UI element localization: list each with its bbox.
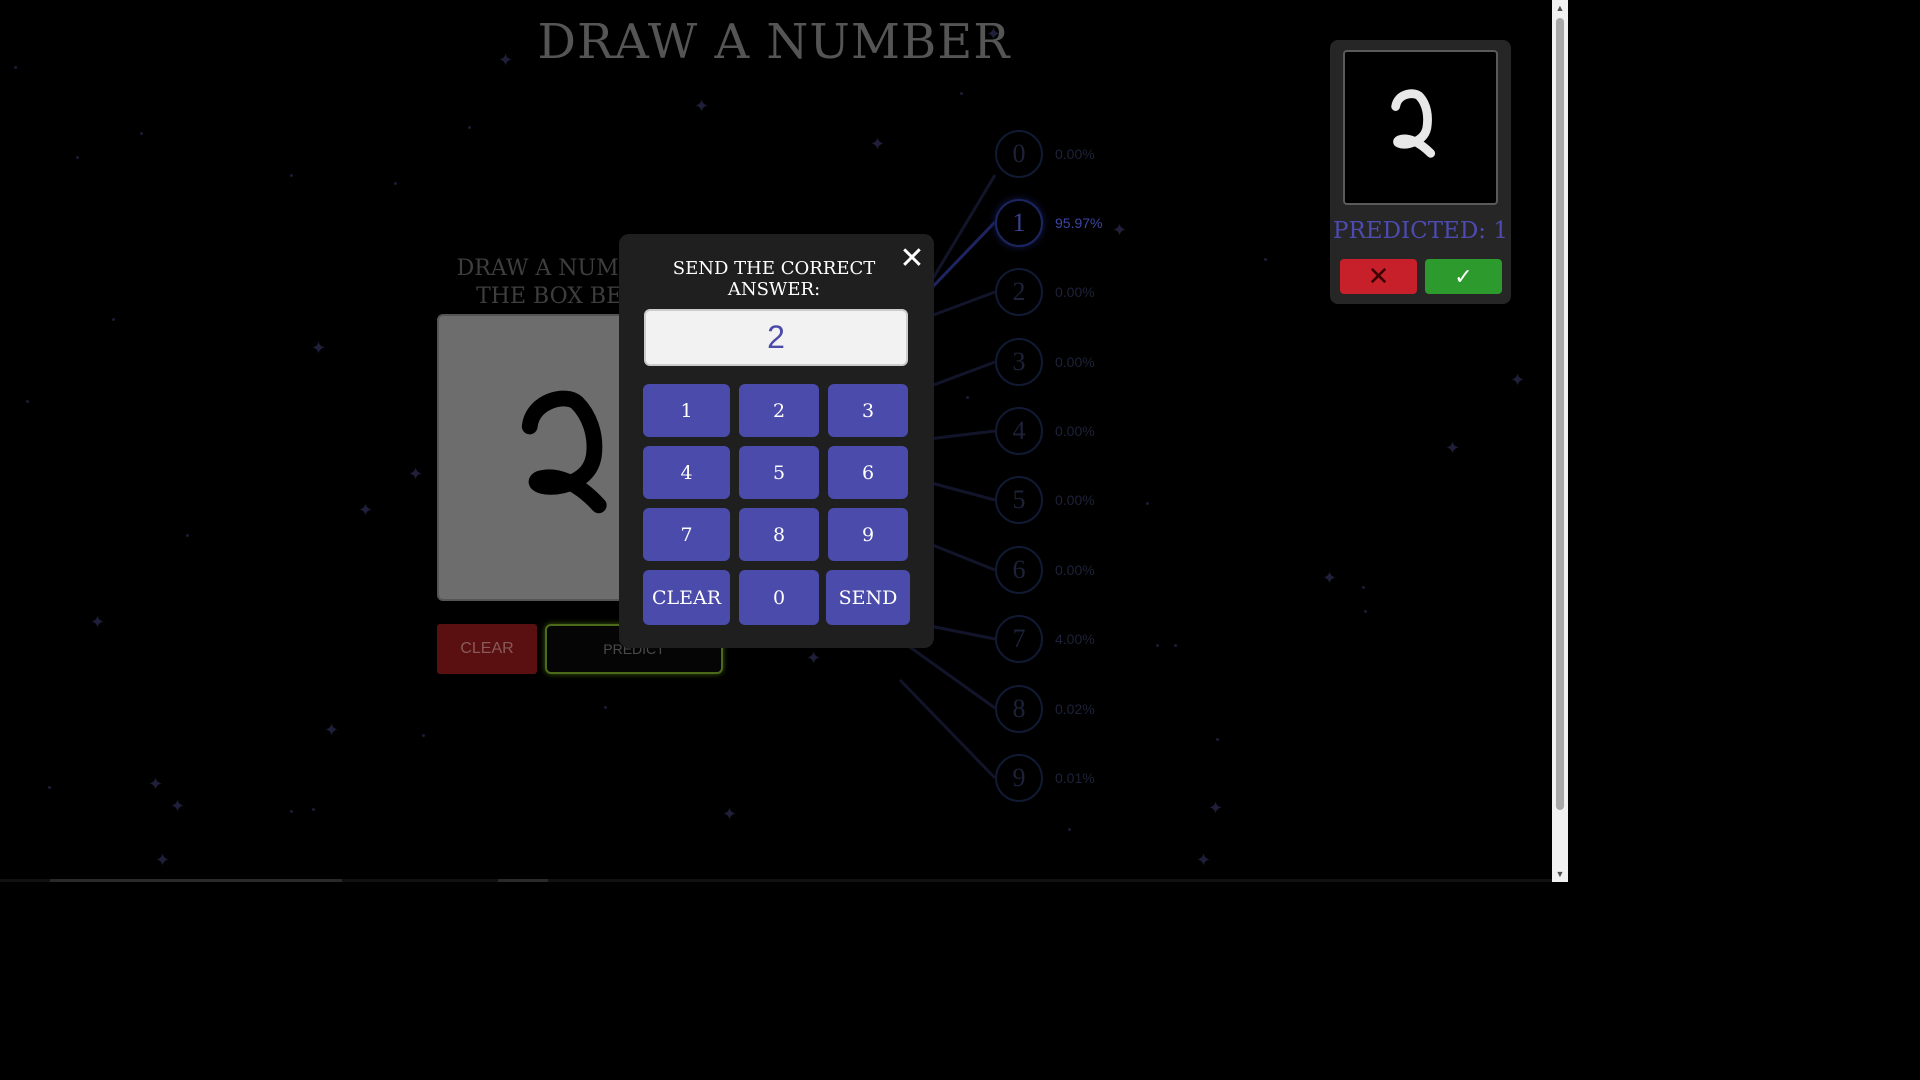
- output-percent-1: 95.97%: [1055, 215, 1103, 231]
- output-percent-9: 0.01%: [1055, 770, 1095, 786]
- scroll-segment: [50, 879, 342, 882]
- output-node-6: 6: [995, 546, 1043, 594]
- scroll-down-arrow-icon[interactable]: ▼: [1552, 866, 1568, 882]
- output-percent-0: 0.00%: [1055, 146, 1095, 162]
- star-dot: [26, 400, 29, 403]
- star-dot: [960, 92, 963, 95]
- output-percent-8: 0.02%: [1055, 701, 1095, 717]
- keypad-9-button[interactable]: 9: [828, 508, 908, 561]
- modal-close-button[interactable]: ✕: [897, 244, 927, 274]
- page-title: DRAW A NUMBER: [537, 14, 1011, 70]
- close-icon: ✕: [899, 242, 925, 275]
- star-icon: ✦: [1510, 370, 1526, 391]
- answer-input[interactable]: [644, 309, 908, 366]
- star-dot: [112, 318, 115, 321]
- star-dot: [394, 182, 397, 185]
- keypad-8-button[interactable]: 8: [739, 508, 819, 561]
- star-icon: ✦: [148, 774, 164, 795]
- star-dot: [290, 174, 293, 177]
- star-icon: ✦: [408, 464, 424, 485]
- output-node-8: 8: [995, 685, 1043, 733]
- star-icon: ✦: [311, 338, 327, 359]
- output-node-9: 9: [995, 754, 1043, 802]
- output-node-4: 4: [995, 407, 1043, 455]
- star-icon: ✦: [155, 850, 171, 871]
- star-dot: [140, 132, 143, 135]
- output-node-7: 7: [995, 615, 1043, 663]
- star-dot: [290, 810, 293, 813]
- vertical-scrollbar[interactable]: ▲ ▼: [1552, 0, 1568, 882]
- output-percent-6: 0.00%: [1055, 562, 1095, 578]
- correct-prediction-button[interactable]: ✓: [1425, 259, 1502, 294]
- star-dot: [1174, 644, 1177, 647]
- modal-title: SEND THE CORRECT ANSWER:: [672, 258, 876, 300]
- star-dot: [1068, 828, 1071, 831]
- star-dot: [1364, 610, 1367, 613]
- output-percent-4: 0.00%: [1055, 423, 1095, 439]
- output-percent-5: 0.00%: [1055, 492, 1095, 508]
- output-node-3: 3: [995, 338, 1043, 386]
- scrollbar-thumb[interactable]: [1556, 18, 1564, 810]
- star-dot: [1264, 258, 1267, 261]
- star-dot: [1216, 738, 1219, 741]
- horizontal-scroll-track: [0, 879, 1552, 882]
- star-dot: [422, 734, 425, 737]
- keypad-4-button[interactable]: 4: [643, 446, 730, 499]
- star-icon: ✦: [722, 804, 738, 825]
- keypad-6-button[interactable]: 6: [828, 446, 908, 499]
- output-node-2: 2: [995, 268, 1043, 316]
- thumbnail-digit: [1391, 89, 1436, 158]
- output-percent-2: 0.00%: [1055, 284, 1095, 300]
- star-dot: [48, 786, 51, 789]
- send-answer-button[interactable]: SEND: [826, 570, 910, 625]
- star-icon: ✦: [170, 796, 186, 817]
- star-dot: [1362, 586, 1365, 589]
- prediction-card: PREDICTED: 1 ✕ ✓: [1330, 40, 1511, 304]
- output-percent-7: 4.00%: [1055, 631, 1095, 647]
- star-icon: ✦: [1322, 568, 1338, 589]
- keypad-1-button[interactable]: 1: [643, 384, 730, 437]
- output-node-1: 1: [995, 199, 1043, 247]
- star-dot: [186, 534, 189, 537]
- keypad-5-button[interactable]: 5: [739, 446, 819, 499]
- output-node-0: 0: [995, 130, 1043, 178]
- star-icon: ✦: [1196, 850, 1212, 871]
- wrong-prediction-button[interactable]: ✕: [1340, 259, 1417, 294]
- star-dot: [468, 126, 471, 129]
- keypad-3-button[interactable]: 3: [828, 384, 908, 437]
- prediction-thumbnail: [1343, 50, 1498, 205]
- star-icon: ✦: [1445, 438, 1461, 459]
- check-icon: ✓: [1454, 264, 1473, 289]
- keypad-2-button[interactable]: 2: [739, 384, 819, 437]
- star-icon: ✦: [90, 612, 106, 633]
- predicted-label: PREDICTED: 1: [1333, 218, 1508, 244]
- output-percent-3: 0.00%: [1055, 354, 1095, 370]
- keypad-7-button[interactable]: 7: [643, 508, 730, 561]
- star-dot: [604, 706, 607, 709]
- star-dot: [76, 156, 79, 159]
- scroll-up-arrow-icon[interactable]: ▲: [1552, 0, 1568, 16]
- keypad-0-button[interactable]: 0: [739, 570, 819, 625]
- clear-canvas-button[interactable]: CLEAR: [437, 624, 537, 674]
- close-icon: ✕: [1367, 261, 1390, 291]
- star-icon: ✦: [358, 500, 374, 521]
- scroll-segment: [498, 879, 548, 882]
- keypad-clear-button[interactable]: CLEAR: [643, 570, 730, 625]
- correct-answer-modal: SEND THE CORRECT ANSWER: ✕ 1 2 3 4 5 6 7…: [619, 234, 934, 648]
- star-dot: [312, 808, 315, 811]
- star-icon: ✦: [694, 96, 710, 117]
- star-icon: ✦: [806, 648, 822, 669]
- output-node-5: 5: [995, 476, 1043, 524]
- star-icon: ✦: [1208, 798, 1224, 819]
- star-icon: ✦: [324, 720, 340, 741]
